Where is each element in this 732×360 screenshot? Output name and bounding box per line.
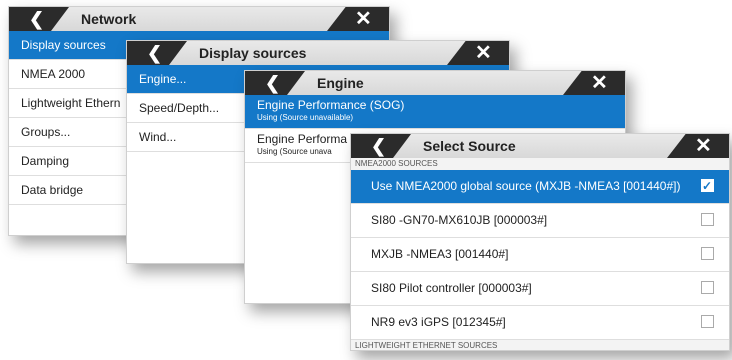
close-button[interactable]: ✕ xyxy=(447,41,509,65)
engine-header: ❮ Engine ✕ xyxy=(245,71,625,95)
back-button[interactable]: ❮ xyxy=(245,71,305,95)
section-header-nmea2000: NMEA2000 SOURCES xyxy=(351,158,729,170)
back-icon: ❮ xyxy=(29,9,45,29)
display-sources-header: ❮ Display sources ✕ xyxy=(127,41,509,65)
item-label: Engine Performance (SOG) xyxy=(257,98,405,112)
dialog-title: Engine xyxy=(317,75,364,91)
close-button[interactable]: ✕ xyxy=(563,71,625,95)
close-icon: ✕ xyxy=(475,42,492,64)
back-button[interactable]: ❮ xyxy=(127,41,187,65)
close-icon: ✕ xyxy=(695,135,712,157)
checkbox[interactable] xyxy=(701,170,714,203)
close-icon: ✕ xyxy=(591,72,608,94)
close-button[interactable]: ✕ xyxy=(667,134,729,158)
close-icon: ✕ xyxy=(355,8,372,30)
checkbox[interactable] xyxy=(701,281,714,294)
source-row[interactable]: MXJB -NMEA3 [001440#] xyxy=(351,238,729,272)
dialog-title: Display sources xyxy=(199,45,307,61)
source-row[interactable]: SI80 Pilot controller [000003#] xyxy=(351,272,729,306)
dialog-title: Network xyxy=(81,11,137,27)
source-label: MXJB -NMEA3 [001440#] xyxy=(371,247,509,261)
back-icon: ❮ xyxy=(265,73,281,93)
select-source-header: ❮ Select Source ✕ xyxy=(351,134,729,158)
select-source-dialog: ❮ Select Source ✕ NMEA2000 SOURCES Use N… xyxy=(350,133,730,351)
checkbox[interactable] xyxy=(701,315,714,328)
back-icon: ❮ xyxy=(371,136,387,156)
source-label: NR9 ev3 iGPS [012345#] xyxy=(371,315,506,329)
back-button[interactable]: ❮ xyxy=(9,7,69,31)
network-header: ❮ Network ✕ xyxy=(9,7,389,31)
section-header-lightweight-ethernet: LIGHTWEIGHT ETHERNET SOURCES xyxy=(351,340,729,350)
source-label: SI80 -GN70-MX610JB [000003#] xyxy=(371,213,548,227)
source-row[interactable]: NR9 ev3 iGPS [012345#] xyxy=(351,306,729,340)
dialog-title: Select Source xyxy=(423,138,516,154)
back-icon: ❮ xyxy=(147,43,163,63)
close-button[interactable]: ✕ xyxy=(327,7,389,31)
back-button[interactable]: ❮ xyxy=(351,134,411,158)
source-label: Use NMEA2000 global source (MXJB -NMEA3 … xyxy=(371,179,681,193)
source-label: SI80 Pilot controller [000003#] xyxy=(371,281,532,295)
checkbox[interactable] xyxy=(701,247,714,260)
source-row[interactable]: SI80 -GN70-MX610JB [000003#] xyxy=(351,204,729,238)
checkbox[interactable] xyxy=(701,213,714,226)
source-row[interactable]: Use NMEA2000 global source (MXJB -NMEA3 … xyxy=(351,170,729,204)
list-item-engine-performance-sog[interactable]: Engine Performance (SOG) Using (Source u… xyxy=(245,95,625,129)
item-sublabel: Using (Source unavailable) xyxy=(257,113,354,122)
